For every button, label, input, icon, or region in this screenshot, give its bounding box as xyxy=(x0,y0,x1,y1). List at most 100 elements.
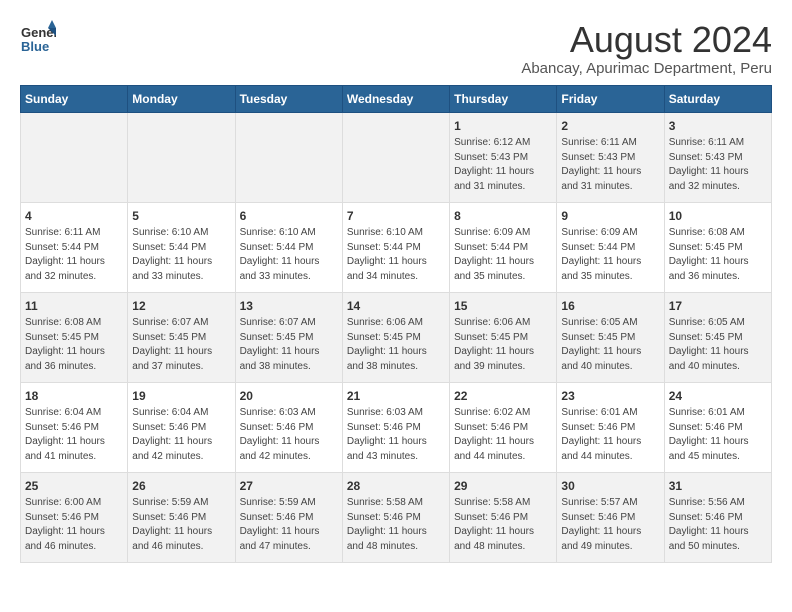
day-info: Sunrise: 6:03 AMSunset: 5:46 PMDaylight:… xyxy=(240,406,338,464)
main-title: August 2024 xyxy=(521,20,772,60)
day-number: 26 xyxy=(132,478,230,495)
day-info: Sunrise: 6:01 AMSunset: 5:46 PMDaylight:… xyxy=(561,406,659,464)
day-info: Sunrise: 5:58 AMSunset: 5:46 PMDaylight:… xyxy=(454,496,552,554)
logo: General Blue xyxy=(20,20,56,56)
day-info: Sunrise: 6:01 AMSunset: 5:46 PMDaylight:… xyxy=(669,406,767,464)
day-info: Sunrise: 6:08 AMSunset: 5:45 PMDaylight:… xyxy=(25,316,123,374)
day-number: 12 xyxy=(132,298,230,315)
day-info: Sunrise: 5:59 AMSunset: 5:46 PMDaylight:… xyxy=(240,496,338,554)
day-info: Sunrise: 5:59 AMSunset: 5:46 PMDaylight:… xyxy=(132,496,230,554)
calendar-cell: 15Sunrise: 6:06 AMSunset: 5:45 PMDayligh… xyxy=(450,292,557,382)
day-number: 8 xyxy=(454,208,552,225)
calendar-cell: 18Sunrise: 6:04 AMSunset: 5:46 PMDayligh… xyxy=(21,382,128,472)
day-info: Sunrise: 6:05 AMSunset: 5:45 PMDaylight:… xyxy=(669,316,767,374)
weekday-header-sunday: Sunday xyxy=(21,85,128,112)
weekday-header-friday: Friday xyxy=(557,85,664,112)
logo-icon: General Blue xyxy=(20,20,56,56)
title-block: August 2024 Abancay, Apurimac Department… xyxy=(521,20,772,77)
day-number: 18 xyxy=(25,388,123,405)
day-info: Sunrise: 6:10 AMSunset: 5:44 PMDaylight:… xyxy=(347,226,445,284)
calendar-cell: 1Sunrise: 6:12 AMSunset: 5:43 PMDaylight… xyxy=(450,112,557,202)
calendar-cell: 19Sunrise: 6:04 AMSunset: 5:46 PMDayligh… xyxy=(128,382,235,472)
day-info: Sunrise: 6:11 AMSunset: 5:43 PMDaylight:… xyxy=(669,136,767,194)
day-number: 23 xyxy=(561,388,659,405)
weekday-header-tuesday: Tuesday xyxy=(235,85,342,112)
calendar-cell: 31Sunrise: 5:56 AMSunset: 5:46 PMDayligh… xyxy=(664,472,771,562)
calendar-week-4: 18 Sunrise: 6:04 AMSunset: 5:46 PMDayligh… xyxy=(21,382,772,472)
day-info: Sunrise: 5:57 AMSunset: 5:46 PMDaylight:… xyxy=(561,496,659,554)
calendar-cell xyxy=(21,112,128,202)
day-number: 28 xyxy=(347,478,445,495)
day-number: 4 xyxy=(25,208,123,225)
calendar-cell: 2Sunrise: 6:11 AMSunset: 5:43 PMDaylight… xyxy=(557,112,664,202)
day-number: 24 xyxy=(669,388,767,405)
day-number: 7 xyxy=(347,208,445,225)
day-number: 16 xyxy=(561,298,659,315)
calendar-week-3: 11Sunrise: 6:08 AMSunset: 5:45 PMDayligh… xyxy=(21,292,772,382)
calendar-cell: 6Sunrise: 6:10 AMSunset: 5:44 PMDaylight… xyxy=(235,202,342,292)
calendar-cell: 21Sunrise: 6:03 AMSunset: 5:46 PMDayligh… xyxy=(342,382,449,472)
calendar-cell: 30Sunrise: 5:57 AMSunset: 5:46 PMDayligh… xyxy=(557,472,664,562)
day-number: 3 xyxy=(669,118,767,135)
calendar-cell: 8Sunrise: 6:09 AMSunset: 5:44 PMDaylight… xyxy=(450,202,557,292)
calendar-cell xyxy=(235,112,342,202)
calendar-header: SundayMondayTuesdayWednesdayThursdayFrid… xyxy=(21,85,772,112)
day-info: Sunrise: 6:09 AMSunset: 5:44 PMDaylight:… xyxy=(561,226,659,284)
calendar-cell: 24Sunrise: 6:01 AMSunset: 5:46 PMDayligh… xyxy=(664,382,771,472)
calendar-cell: 22Sunrise: 6:02 AMSunset: 5:46 PMDayligh… xyxy=(450,382,557,472)
calendar-week-1: 1Sunrise: 6:12 AMSunset: 5:43 PMDaylight… xyxy=(21,112,772,202)
day-info: Sunrise: 6:07 AMSunset: 5:45 PMDaylight:… xyxy=(132,316,230,374)
calendar-cell: 28Sunrise: 5:58 AMSunset: 5:46 PMDayligh… xyxy=(342,472,449,562)
weekday-header-wednesday: Wednesday xyxy=(342,85,449,112)
calendar-cell: 9Sunrise: 6:09 AMSunset: 5:44 PMDaylight… xyxy=(557,202,664,292)
calendar-cell: 4Sunrise: 6:11 AMSunset: 5:44 PMDaylight… xyxy=(21,202,128,292)
day-number: 10 xyxy=(669,208,767,225)
calendar-cell: 26Sunrise: 5:59 AMSunset: 5:46 PMDayligh… xyxy=(128,472,235,562)
day-number: 9 xyxy=(561,208,659,225)
day-info: Sunrise: 6:11 AMSunset: 5:43 PMDaylight:… xyxy=(561,136,659,194)
day-info: Sunrise: 6:10 AMSunset: 5:44 PMDaylight:… xyxy=(240,226,338,284)
day-info: Sunrise: 6:11 AMSunset: 5:44 PMDaylight:… xyxy=(25,226,123,284)
calendar-cell: 27Sunrise: 5:59 AMSunset: 5:46 PMDayligh… xyxy=(235,472,342,562)
day-info: Sunrise: 6:05 AMSunset: 5:45 PMDaylight:… xyxy=(561,316,659,374)
calendar-cell: 11Sunrise: 6:08 AMSunset: 5:45 PMDayligh… xyxy=(21,292,128,382)
day-number: 27 xyxy=(240,478,338,495)
day-info: Sunrise: 6:12 AMSunset: 5:43 PMDaylight:… xyxy=(454,136,552,194)
day-info: Sunrise: 6:06 AMSunset: 5:45 PMDaylight:… xyxy=(347,316,445,374)
calendar-body: 1Sunrise: 6:12 AMSunset: 5:43 PMDaylight… xyxy=(21,112,772,562)
page-header: General Blue August 2024 Abancay, Apurim… xyxy=(20,20,772,77)
day-number: 2 xyxy=(561,118,659,135)
day-number: 11 xyxy=(25,298,123,315)
day-info: Sunrise: 6:07 AMSunset: 5:45 PMDaylight:… xyxy=(240,316,338,374)
day-number: 20 xyxy=(240,388,338,405)
day-number: 22 xyxy=(454,388,552,405)
day-number: 21 xyxy=(347,388,445,405)
calendar-cell: 7Sunrise: 6:10 AMSunset: 5:44 PMDaylight… xyxy=(342,202,449,292)
day-info: Sunrise: 6:06 AMSunset: 5:45 PMDaylight:… xyxy=(454,316,552,374)
day-info: Sunrise: 5:56 AMSunset: 5:46 PMDaylight:… xyxy=(669,496,767,554)
day-info: Sunrise: 6:00 AMSunset: 5:46 PMDaylight:… xyxy=(25,496,123,554)
calendar-cell: 12Sunrise: 6:07 AMSunset: 5:45 PMDayligh… xyxy=(128,292,235,382)
calendar-cell: 13Sunrise: 6:07 AMSunset: 5:45 PMDayligh… xyxy=(235,292,342,382)
calendar-cell xyxy=(342,112,449,202)
weekday-header-thursday: Thursday xyxy=(450,85,557,112)
calendar-cell xyxy=(128,112,235,202)
day-number: 6 xyxy=(240,208,338,225)
calendar-cell: 5Sunrise: 6:10 AMSunset: 5:44 PMDaylight… xyxy=(128,202,235,292)
day-number: 19 xyxy=(132,388,230,405)
day-info: Sunrise: 6:10 AMSunset: 5:44 PMDaylight:… xyxy=(132,226,230,284)
calendar-cell: 20Sunrise: 6:03 AMSunset: 5:46 PMDayligh… xyxy=(235,382,342,472)
day-info: Sunrise: 6:08 AMSunset: 5:45 PMDaylight:… xyxy=(669,226,767,284)
calendar-cell: 29Sunrise: 5:58 AMSunset: 5:46 PMDayligh… xyxy=(450,472,557,562)
day-info: Sunrise: 6:04 AMSunset: 5:46 PMDaylight:… xyxy=(132,406,230,464)
calendar-cell: 10Sunrise: 6:08 AMSunset: 5:45 PMDayligh… xyxy=(664,202,771,292)
calendar-cell: 14Sunrise: 6:06 AMSunset: 5:45 PMDayligh… xyxy=(342,292,449,382)
day-number: 25 xyxy=(25,478,123,495)
day-number: 29 xyxy=(454,478,552,495)
calendar-cell: 16Sunrise: 6:05 AMSunset: 5:45 PMDayligh… xyxy=(557,292,664,382)
calendar-cell: 25Sunrise: 6:00 AMSunset: 5:46 PMDayligh… xyxy=(21,472,128,562)
day-number: 1 xyxy=(454,118,552,135)
day-number: 17 xyxy=(669,298,767,315)
day-number: 30 xyxy=(561,478,659,495)
svg-text:Blue: Blue xyxy=(21,39,49,54)
